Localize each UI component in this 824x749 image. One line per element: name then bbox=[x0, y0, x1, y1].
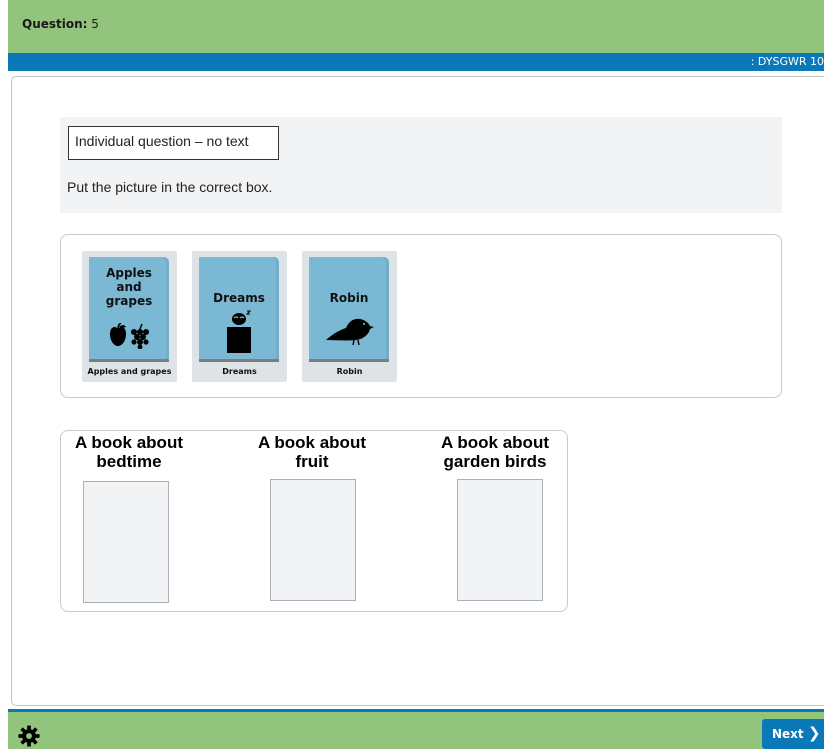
draggable-book-robin[interactable]: Robin Robin bbox=[302, 251, 397, 382]
book-caption: Apples and grapes bbox=[87, 367, 172, 376]
book-spine bbox=[199, 359, 279, 362]
question-indicator: Question: 5 bbox=[22, 17, 99, 31]
book-caption: Robin bbox=[336, 367, 363, 376]
target-heading-fruit: A book about fruit bbox=[237, 433, 387, 471]
question-number: 5 bbox=[91, 17, 99, 31]
book-caption: Dreams bbox=[222, 367, 257, 376]
book-cover: Robin bbox=[309, 257, 389, 359]
question-header: Question: 5 bbox=[8, 0, 824, 53]
footer-bar: Next ❯ bbox=[8, 709, 824, 749]
target-heading-line: A book about bbox=[258, 433, 366, 452]
target-heading-bedtime: A book about bedtime bbox=[54, 433, 204, 471]
target-heading-line: A book about bbox=[441, 433, 549, 452]
target-heading-line: garden birds bbox=[443, 452, 547, 471]
drop-box-bedtime[interactable] bbox=[83, 481, 169, 603]
source-items-area: Apples and grapes Apples and grapes Drea… bbox=[60, 234, 782, 398]
apple-grapes-icon bbox=[110, 323, 149, 349]
info-bar: : DYSGWR 10 bbox=[8, 53, 824, 71]
target-heading-line: fruit bbox=[295, 452, 329, 471]
book-spine bbox=[309, 359, 389, 362]
book-title-line: Dreams bbox=[213, 291, 265, 305]
draggable-book-dreams[interactable]: Dreams Dreams bbox=[192, 251, 287, 382]
question-type-text: Individual question – no text bbox=[75, 133, 249, 149]
chevron-right-icon: ❯ bbox=[808, 724, 821, 742]
question-type-label: Individual question – no text bbox=[68, 126, 279, 160]
gear-icon[interactable] bbox=[18, 725, 40, 747]
book-title-line: and bbox=[116, 280, 142, 294]
drop-targets-area: A book about bedtime A book about fruit … bbox=[60, 430, 568, 612]
book-title: Dreams bbox=[199, 291, 279, 305]
drop-box-fruit[interactable] bbox=[270, 479, 356, 601]
book-title-line: Robin bbox=[329, 291, 369, 305]
test-code: : DYSGWR 10 bbox=[750, 55, 824, 68]
book-title: Robin bbox=[309, 291, 389, 305]
next-button[interactable]: Next ❯ bbox=[762, 719, 824, 749]
book-cover: Apples and grapes bbox=[89, 257, 169, 359]
book-spine bbox=[89, 359, 169, 362]
next-button-label: Next bbox=[772, 727, 804, 741]
instruction-text: Put the picture in the correct box. bbox=[67, 179, 273, 195]
sleeping-child-icon bbox=[227, 310, 252, 353]
drop-box-garden-birds[interactable] bbox=[457, 479, 543, 601]
bird-icon bbox=[326, 318, 374, 345]
book-title-line: Apples bbox=[106, 266, 152, 280]
instruction-panel: Individual question – no text Put the pi… bbox=[60, 117, 782, 213]
target-heading-line: A book about bbox=[75, 433, 183, 452]
question-label: Question: bbox=[22, 17, 88, 31]
book-cover: Dreams bbox=[199, 257, 279, 359]
book-title-line: grapes bbox=[105, 294, 153, 308]
book-title: Apples and grapes bbox=[89, 266, 169, 308]
draggable-book-apples-and-grapes[interactable]: Apples and grapes Apples and grapes bbox=[82, 251, 177, 382]
target-heading-garden-birds: A book about garden birds bbox=[420, 433, 570, 471]
target-heading-line: bedtime bbox=[96, 452, 162, 471]
